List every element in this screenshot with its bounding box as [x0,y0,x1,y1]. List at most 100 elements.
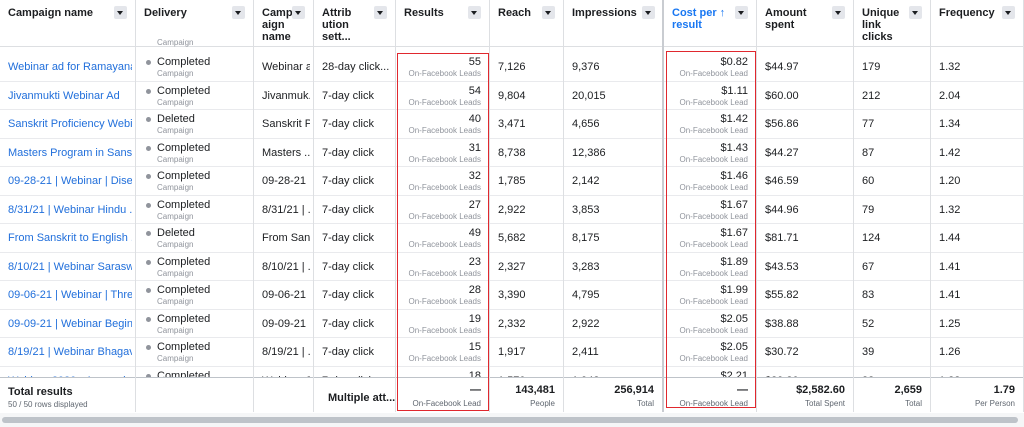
footer-reach-value: 143,481 [515,384,555,396]
column-dropdown-icon[interactable] [832,6,845,19]
impressions-value: 4,656 [572,118,600,130]
table-cell-attribution: 7-day click [314,110,395,139]
column-dropdown-icon[interactable] [1002,6,1015,19]
column-clicks: Unique link clicks 179 212 77 87 60 79 124 67 83 5… [854,0,931,412]
header-impressions[interactable]: Impressions [564,0,662,47]
header-results[interactable]: Results [396,0,489,47]
cpr-unit: On-Facebook Lead [679,97,749,107]
table-cell-campaign_name[interactable]: Webinar ad for Ramayana ... [0,53,135,82]
column-dropdown-icon[interactable] [232,6,245,19]
table-cell-campaign_name[interactable]: 09-28-21 | Webinar | Disea... [0,167,135,196]
header-amount[interactable]: Amount spent [757,0,853,47]
clicks-value: 52 [862,317,875,330]
campaign_short-value: 09-06-21 |... [262,289,310,301]
frequency-value: 1.42 [939,146,961,159]
column-dropdown-icon[interactable] [114,6,127,19]
clicks-value: 124 [862,232,881,244]
cpr-unit: On-Facebook Lead [679,354,749,363]
header-clicks[interactable]: Unique link clicks [854,0,930,47]
campaign-name-link[interactable]: From Sanskrit to English ... [8,232,132,244]
amount-value: $44.97 [765,61,799,73]
footer-reach-label: People [530,399,555,408]
amount-value: $38.88 [765,317,799,330]
attribution-value: 7-day click [322,317,374,330]
attribution-value: 7-day click [322,118,374,130]
campaign-name-link[interactable]: 09-28-21 | Webinar | Disea... [8,175,132,187]
cpr-value: $1.43 [720,141,748,154]
column-dropdown-icon[interactable] [468,6,481,19]
reach-value: 5,682 [498,232,526,244]
table-cell-frequency: 1.41 [931,281,1023,310]
footer-amount: $2,582.60 Total Spent [757,377,853,412]
footer-clicks-label: Total [905,399,922,408]
table-cell-results: 54 On-Facebook Leads [396,82,489,110]
header-attribution[interactable]: Attrib ution sett... [314,0,395,47]
amount-value: $44.27 [765,146,799,159]
header-campaign_name[interactable]: Campaign name [0,0,135,47]
table-cell-campaign_short: 8/10/21 | ... [254,253,313,281]
campaign_short-value: From San... [262,232,310,244]
table-cell-campaign_name[interactable]: From Sanskrit to English ... [0,224,135,253]
impressions-value: 9,376 [572,61,600,73]
campaign-name-link[interactable]: 8/10/21 | Webinar Sarasw... [8,261,132,273]
column-dropdown-icon[interactable] [735,6,748,19]
delivery-status: Completed [157,198,211,211]
header-frequency[interactable]: Frequency [931,0,1023,47]
amount-value: $60.00 [765,89,799,102]
impressions-value: 8,175 [572,232,600,244]
table-cell-campaign_name[interactable]: 8/31/21 | Webinar Hindu ... [0,196,135,224]
table-cell-reach: 2,922 [490,196,563,224]
horizontal-scrollbar[interactable] [0,413,1024,427]
header-cpr[interactable]: Cost per ↑ result [664,0,756,47]
campaign-name-link[interactable]: Masters Program in Sans... [8,147,132,159]
footer-impressions-label: Total [637,399,654,408]
table-cell-campaign_name[interactable]: 8/10/21 | Webinar Sarasw... [0,253,135,281]
clicks-value: 87 [862,146,875,159]
campaign-name-link[interactable]: Webinar ad for Ramayana ... [8,61,132,73]
footer-clicks: 2,659 Total [854,377,930,412]
table-cell-delivery: Deleted Campaign [136,110,253,139]
table-cell-amount: $43.53 [757,253,853,281]
delivery-level: Campaign [157,97,194,107]
column-dropdown-icon[interactable] [542,6,555,19]
table-cell-clicks: 67 [854,253,930,281]
results-unit: On-Facebook Leads [408,354,482,363]
table-cell-campaign_name[interactable]: 09-06-21 | Webinar | Three... [0,281,135,310]
results-unit: On-Facebook Leads [408,240,482,249]
campaign-name-link[interactable]: 8/31/21 | Webinar Hindu ... [8,204,132,216]
column-dropdown-icon[interactable] [292,6,305,19]
frequency-value: 1.20 [939,175,961,187]
column-amount: Amount spent $44.97 $60.00 $56.86 $44.27 $46.… [757,0,854,412]
table-cell-campaign_name[interactable]: Sanskrit Proficiency Webi... [0,110,135,139]
delivery-status: Completed [157,312,211,325]
status-dot-icon [146,145,151,151]
campaign-name-link[interactable]: Jivanmukti Webinar Ad [8,90,132,102]
table-cell-frequency: 1.41 [931,253,1023,281]
campaign-name-link[interactable]: 09-09-21 | Webinar Beginn... [8,318,132,330]
results-value: 55 [468,56,481,68]
footer-reach: 143,481 People [490,377,563,412]
table-cell-campaign_name[interactable]: 8/19/21 | Webinar Bhagav... [0,338,135,367]
table-cell-campaign_name[interactable]: 09-09-21 | Webinar Beginn... [0,310,135,338]
campaign-name-link[interactable]: 8/19/21 | Webinar Bhagav... [8,346,132,358]
column-dropdown-icon[interactable] [909,6,922,19]
table-cell-attribution: 7-day click [314,224,395,253]
header-campaign_short[interactable]: Camp aign name [254,0,313,47]
table-cell-campaign_name[interactable]: Jivanmukti Webinar Ad [0,82,135,110]
amount-value: $43.53 [765,260,799,273]
footer-attribution: Multiple att... [328,392,396,404]
table-cell-campaign_short: 09-06-21 |... [254,281,313,310]
table-cell-results: 27 On-Facebook Leads [396,196,489,224]
table-cell-campaign_name[interactable]: Masters Program in Sans... [0,139,135,167]
campaign-name-link[interactable]: 09-06-21 | Webinar | Three... [8,289,132,301]
table-cell-campaign_short: Sanskrit P... [254,110,313,139]
amount-value: $46.59 [765,175,799,187]
table-cell-clicks: 83 [854,281,930,310]
column-dropdown-icon[interactable] [642,6,655,19]
column-campaign_short: Camp aign name Webinar a... Jivanmuk... San… [254,0,314,412]
scrollbar-thumb[interactable] [2,417,1018,423]
column-dropdown-icon[interactable] [374,6,387,19]
header-reach[interactable]: Reach [490,0,563,47]
table-cell-delivery: CompletedCampaign [136,281,253,310]
campaign-name-link[interactable]: Sanskrit Proficiency Webi... [8,118,132,130]
